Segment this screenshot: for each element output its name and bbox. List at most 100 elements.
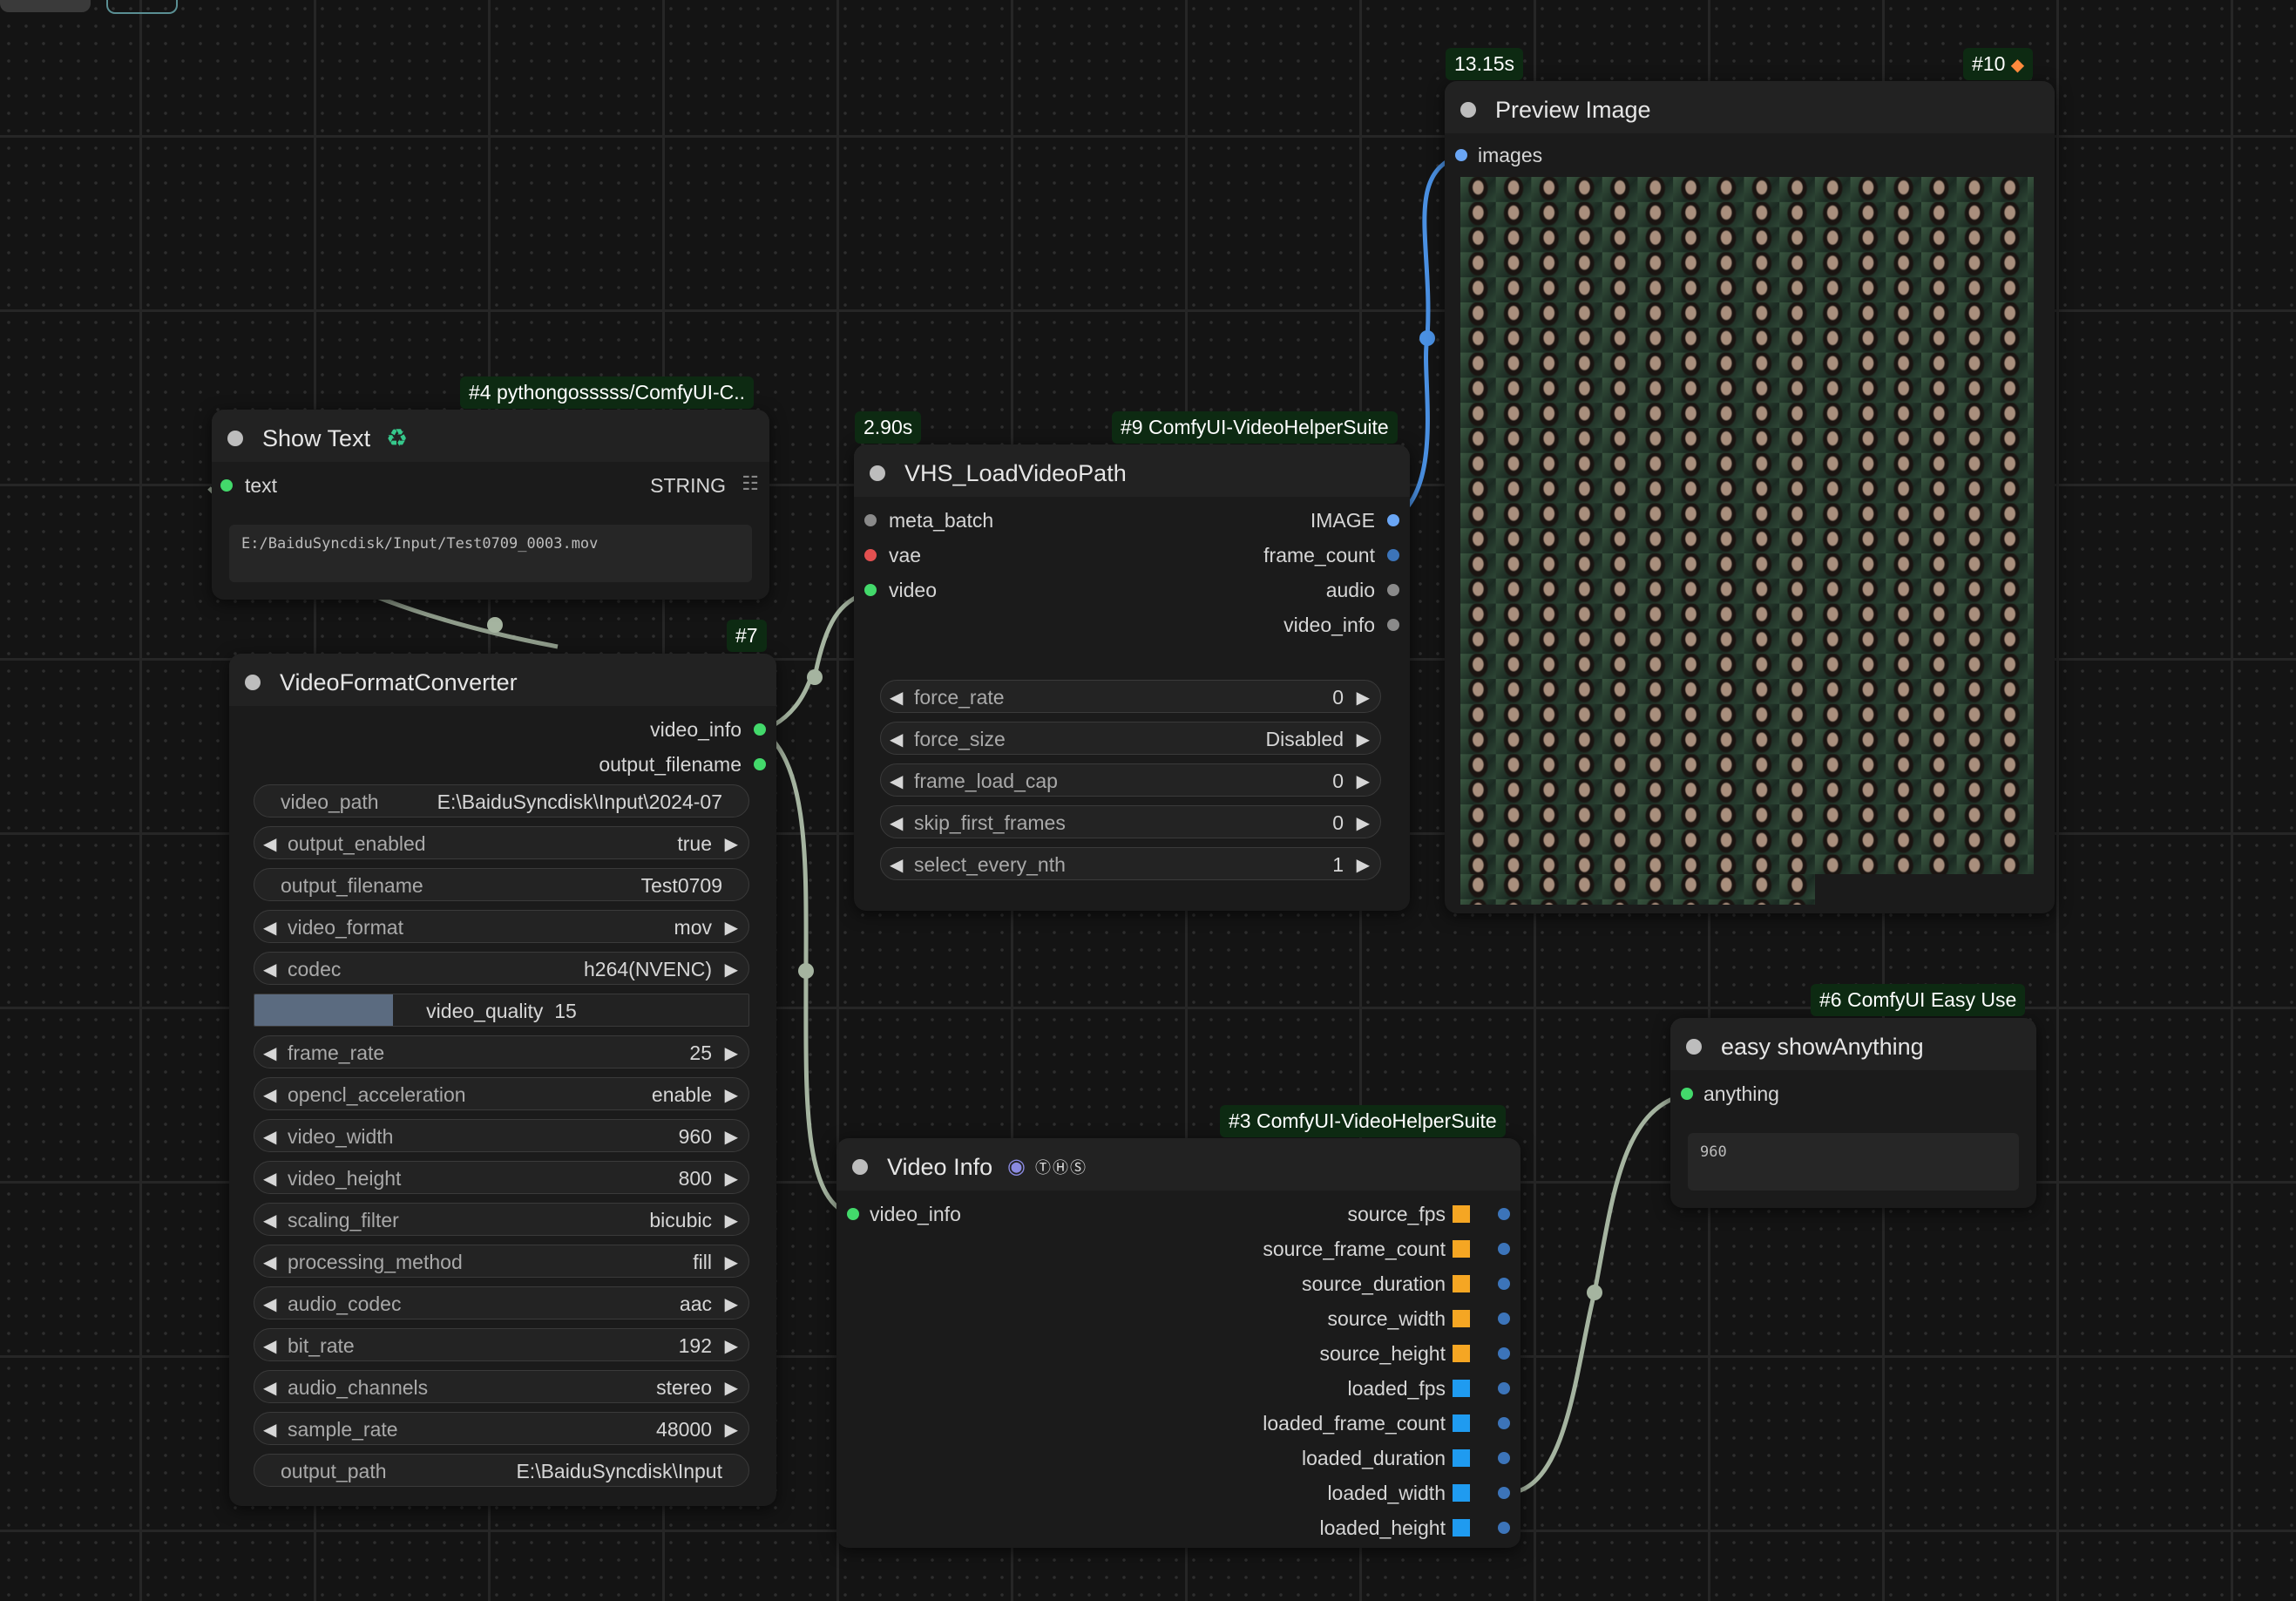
increment-arrow-icon[interactable]: ▶ — [1357, 854, 1370, 876]
increment-arrow-icon[interactable]: ▶ — [725, 833, 738, 855]
increment-arrow-icon[interactable]: ▶ — [725, 959, 738, 980]
collapse-dot[interactable] — [227, 431, 243, 446]
output-slot-loaded-duration[interactable] — [1498, 1452, 1510, 1464]
input-slot-video-info[interactable] — [847, 1208, 859, 1220]
widget-processing-method[interactable]: ◀ processing_method fill ▶ — [254, 1245, 749, 1278]
decrement-arrow-icon[interactable]: ◀ — [890, 770, 903, 792]
output-slot-video-info[interactable] — [1387, 619, 1399, 631]
vhs-load-video-path-node[interactable]: VHS_LoadVideoPath meta_batch vae video I… — [854, 444, 1410, 911]
image-preview-grid-last-row[interactable] — [1460, 874, 1815, 905]
increment-arrow-icon[interactable]: ▶ — [725, 1168, 738, 1190]
input-slot-text[interactable] — [220, 479, 233, 492]
increment-arrow-icon[interactable]: ▶ — [725, 1126, 738, 1148]
node-header[interactable]: easy showAnything — [1670, 1018, 2036, 1070]
video-format-converter-node[interactable]: VideoFormatConverter video_info output_f… — [229, 654, 776, 1506]
node-header[interactable]: Show Text ♻ — [212, 410, 769, 462]
output-slot-loaded-frame-count[interactable] — [1498, 1417, 1510, 1429]
increment-arrow-icon[interactable]: ▶ — [725, 1042, 738, 1064]
node-header[interactable]: VHS_LoadVideoPath — [854, 444, 1410, 497]
widget-frame-rate[interactable]: ◀ frame_rate 25 ▶ — [254, 1035, 749, 1068]
increment-arrow-icon[interactable]: ▶ — [1357, 729, 1370, 750]
input-slot-images[interactable] — [1455, 149, 1467, 161]
image-preview-grid[interactable] — [1460, 177, 2034, 874]
widget-force-size[interactable]: ◀ force_size Disabled ▶ — [880, 722, 1381, 755]
decrement-arrow-icon[interactable]: ◀ — [263, 1252, 276, 1273]
text-output-area[interactable]: 960 — [1688, 1133, 2019, 1191]
toolbar-button[interactable] — [0, 0, 91, 12]
widget-sample-rate[interactable]: ◀ sample_rate 48000 ▶ — [254, 1412, 749, 1445]
node-header[interactable]: Preview Image — [1445, 81, 2055, 133]
widget-output-filename[interactable]: output_filename Test0709 — [254, 868, 749, 901]
decrement-arrow-icon[interactable]: ◀ — [263, 1042, 276, 1064]
collapse-dot[interactable] — [245, 675, 261, 690]
widget-video-quality-slider[interactable]: video_quality 15 — [254, 994, 749, 1027]
output-slot-source-width[interactable] — [1498, 1313, 1510, 1325]
input-slot-anything[interactable] — [1681, 1088, 1693, 1100]
widget-opencl-acceleration[interactable]: ◀ opencl_acceleration enable ▶ — [254, 1077, 749, 1110]
widget-codec[interactable]: ◀ codec h264(NVENC) ▶ — [254, 952, 749, 985]
show-text-node[interactable]: Show Text ♻ text STRING ☷ E:/BaiduSyncdi… — [212, 410, 769, 600]
text-output-area[interactable]: E:/BaiduSyncdisk/Input/Test0709_0003.mov — [229, 525, 752, 582]
decrement-arrow-icon[interactable]: ◀ — [890, 687, 903, 709]
output-slot-source-frame-count[interactable] — [1498, 1243, 1510, 1255]
increment-arrow-icon[interactable]: ▶ — [1357, 812, 1370, 834]
input-slot-video[interactable] — [864, 584, 877, 596]
increment-arrow-icon[interactable]: ▶ — [725, 1252, 738, 1273]
widget-video-height[interactable]: ◀ video_height 800 ▶ — [254, 1161, 749, 1194]
increment-arrow-icon[interactable]: ▶ — [1357, 687, 1370, 709]
increment-arrow-icon[interactable]: ▶ — [725, 917, 738, 939]
decrement-arrow-icon[interactable]: ◀ — [263, 833, 276, 855]
widget-audio-codec[interactable]: ◀ audio_codec aac ▶ — [254, 1286, 749, 1319]
decrement-arrow-icon[interactable]: ◀ — [263, 959, 276, 980]
decrement-arrow-icon[interactable]: ◀ — [263, 1210, 276, 1231]
widget-output-enabled[interactable]: ◀ output_enabled true ▶ — [254, 826, 749, 859]
collapse-dot[interactable] — [1460, 102, 1476, 118]
widget-frame-load-cap[interactable]: ◀ frame_load_cap 0 ▶ — [880, 763, 1381, 797]
easy-show-anything-node[interactable]: easy showAnything anything 960 — [1670, 1018, 2036, 1208]
output-slot-audio[interactable] — [1387, 584, 1399, 596]
input-slot-meta-batch[interactable] — [864, 514, 877, 526]
widget-scaling-filter[interactable]: ◀ scaling_filter bicubic ▶ — [254, 1203, 749, 1236]
increment-arrow-icon[interactable]: ▶ — [725, 1210, 738, 1231]
decrement-arrow-icon[interactable]: ◀ — [263, 917, 276, 939]
output-slot-loaded-height[interactable] — [1498, 1522, 1510, 1534]
decrement-arrow-icon[interactable]: ◀ — [263, 1419, 276, 1441]
increment-arrow-icon[interactable]: ▶ — [725, 1377, 738, 1399]
output-slot-source-duration[interactable] — [1498, 1278, 1510, 1290]
node-header[interactable]: Video Info ◉ ⓉⒽⓈ — [836, 1138, 1521, 1191]
widget-audio-channels[interactable]: ◀ audio_channels stereo ▶ — [254, 1370, 749, 1403]
increment-arrow-icon[interactable]: ▶ — [725, 1084, 738, 1106]
decrement-arrow-icon[interactable]: ◀ — [263, 1293, 276, 1315]
toolbar-toggle[interactable] — [106, 0, 178, 14]
widget-video-width[interactable]: ◀ video_width 960 ▶ — [254, 1119, 749, 1152]
decrement-arrow-icon[interactable]: ◀ — [263, 1335, 276, 1357]
output-slot-frame-count[interactable] — [1387, 549, 1399, 561]
widget-output-path[interactable]: output_path E:\BaiduSyncdisk\Input — [254, 1454, 749, 1487]
output-slot-loaded-width[interactable] — [1498, 1487, 1510, 1499]
output-slot-loaded-fps[interactable] — [1498, 1382, 1510, 1394]
decrement-arrow-icon[interactable]: ◀ — [263, 1126, 276, 1148]
decrement-arrow-icon[interactable]: ◀ — [263, 1377, 276, 1399]
node-header[interactable]: VideoFormatConverter — [229, 654, 776, 706]
increment-arrow-icon[interactable]: ▶ — [725, 1293, 738, 1315]
collapse-dot[interactable] — [870, 465, 885, 481]
decrement-arrow-icon[interactable]: ◀ — [890, 854, 903, 876]
video-info-node[interactable]: Video Info ◉ ⓉⒽⓈ video_info source_fps s… — [836, 1138, 1521, 1548]
widget-skip-first-frames[interactable]: ◀ skip_first_frames 0 ▶ — [880, 805, 1381, 838]
decrement-arrow-icon[interactable]: ◀ — [263, 1084, 276, 1106]
decrement-arrow-icon[interactable]: ◀ — [890, 729, 903, 750]
increment-arrow-icon[interactable]: ▶ — [1357, 770, 1370, 792]
preview-image-node[interactable]: Preview Image images — [1445, 81, 2055, 913]
output-slot-source-fps[interactable] — [1498, 1208, 1510, 1220]
widget-select-every-nth[interactable]: ◀ select_every_nth 1 ▶ — [880, 847, 1381, 880]
widget-force-rate[interactable]: ◀ force_rate 0 ▶ — [880, 680, 1381, 713]
collapse-dot[interactable] — [1686, 1039, 1702, 1055]
decrement-arrow-icon[interactable]: ◀ — [890, 812, 903, 834]
collapse-dot[interactable] — [852, 1159, 868, 1175]
decrement-arrow-icon[interactable]: ◀ — [263, 1168, 276, 1190]
widget-video-format[interactable]: ◀ video_format mov ▶ — [254, 910, 749, 943]
output-slot-video-info[interactable] — [754, 723, 766, 736]
output-slot-output-filename[interactable] — [754, 758, 766, 770]
output-slot-source-height[interactable] — [1498, 1347, 1510, 1360]
increment-arrow-icon[interactable]: ▶ — [725, 1419, 738, 1441]
